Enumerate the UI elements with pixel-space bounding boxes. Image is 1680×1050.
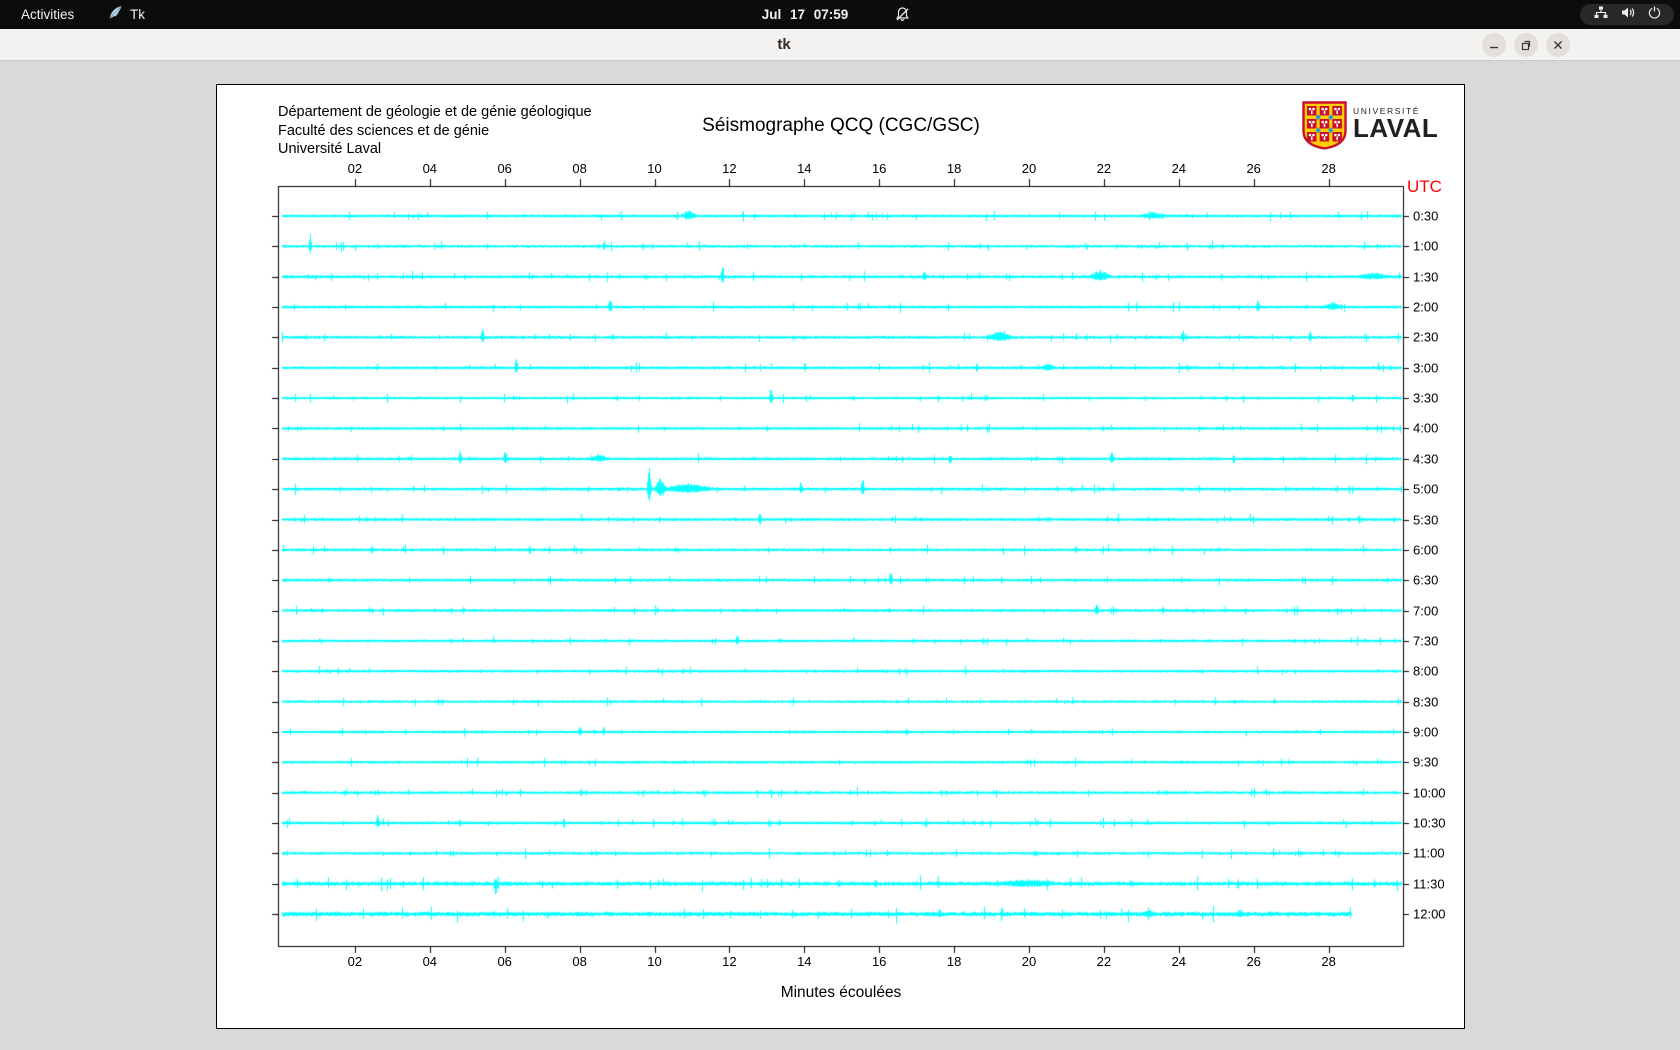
x-tick-label-top: 16 (872, 161, 886, 176)
tk-window-content: Département de géologie et de génie géol… (0, 61, 1680, 1050)
utc-time-label: 9:00 (1413, 724, 1438, 739)
institution-address: Département de géologie et de génie géol… (278, 103, 592, 159)
x-tick-label-top: 08 (572, 161, 586, 176)
notifications-muted-icon (894, 6, 911, 28)
desktop: { "top_bar": { "activities_label": "Acti… (0, 0, 1680, 1050)
x-tick-label-top: 06 (497, 161, 511, 176)
utc-time-label: 7:30 (1413, 633, 1438, 648)
x-axis-title: Minutes écoulées (781, 984, 902, 1002)
volume-icon (1621, 6, 1635, 24)
x-tick-label-bottom: 12 (722, 954, 736, 969)
utc-time-label: 4:00 (1413, 421, 1438, 436)
x-tick-label-bottom: 14 (797, 954, 811, 969)
utc-time-label: 8:30 (1413, 694, 1438, 709)
utc-time-label: 5:00 (1413, 482, 1438, 497)
x-tick-label-top: 02 (348, 161, 362, 176)
x-tick-label-top: 04 (423, 161, 437, 176)
x-tick-label-top: 24 (1172, 161, 1186, 176)
x-tick-label-bottom: 24 (1172, 954, 1186, 969)
network-icon (1594, 6, 1608, 24)
utc-time-label: 10:00 (1413, 785, 1446, 800)
minimize-button[interactable] (1482, 33, 1506, 57)
utc-time-label: 7:00 (1413, 603, 1438, 618)
clock[interactable]: Jul 17 07:59 (762, 3, 849, 26)
x-tick-label-bottom: 22 (1097, 954, 1111, 969)
x-tick-label-bottom: 18 (947, 954, 961, 969)
x-tick-label-top: 28 (1321, 161, 1335, 176)
utc-time-label: 3:00 (1413, 360, 1438, 375)
x-tick-label-top: 14 (797, 161, 811, 176)
restore-button[interactable] (1514, 33, 1538, 57)
close-button[interactable] (1546, 33, 1570, 57)
app-name-label: Tk (130, 7, 145, 22)
x-tick-label-bottom: 16 (872, 954, 886, 969)
utc-time-label: 1:30 (1413, 269, 1438, 284)
x-tick-label-bottom: 28 (1321, 954, 1335, 969)
x-tick-label-top: 18 (947, 161, 961, 176)
x-tick-label-bottom: 04 (423, 954, 437, 969)
window-titlebar[interactable]: tk (0, 29, 1680, 61)
x-tick-label-top: 20 (1022, 161, 1036, 176)
x-tick-label-bottom: 10 (647, 954, 661, 969)
utc-time-label: 2:30 (1413, 330, 1438, 345)
activities-button[interactable]: Activities (12, 3, 83, 26)
utc-time-label: 11:30 (1413, 876, 1445, 891)
x-tick-label-top: 22 (1097, 161, 1111, 176)
address-line-3: Université Laval (278, 140, 592, 159)
utc-time-label: 6:00 (1413, 542, 1438, 557)
laval-logo: UNIVERSITÉ LAVAL (1302, 101, 1438, 155)
gnome-top-bar: Activities Tk Jul 17 07:59 (0, 0, 1680, 29)
logo-name-label: LAVAL (1353, 116, 1438, 140)
x-tick-label-bottom: 20 (1022, 954, 1036, 969)
utc-time-label: 4:30 (1413, 451, 1438, 466)
utc-time-label: 0:30 (1413, 209, 1438, 224)
x-tick-label-top: 26 (1246, 161, 1260, 176)
utc-time-label: 5:30 (1413, 512, 1438, 527)
address-line-1: Département de géologie et de génie géol… (278, 103, 592, 122)
utc-time-label: 6:30 (1413, 573, 1438, 588)
x-tick-label-bottom: 26 (1246, 954, 1260, 969)
utc-axis-label: UTC (1407, 177, 1442, 197)
utc-time-label: 3:30 (1413, 391, 1438, 406)
x-tick-label-top: 12 (722, 161, 736, 176)
system-status-area[interactable] (1580, 4, 1674, 25)
tk-feather-icon (108, 5, 123, 25)
seismogram-traces (217, 85, 1464, 1028)
x-tick-label-bottom: 02 (348, 954, 362, 969)
utc-time-label: 8:00 (1413, 664, 1438, 679)
utc-time-label: 9:30 (1413, 755, 1438, 770)
x-tick-label-top: 10 (647, 161, 661, 176)
utc-time-label: 12:00 (1413, 907, 1446, 922)
laval-logo-text: UNIVERSITÉ LAVAL (1353, 101, 1438, 155)
power-icon (1648, 6, 1661, 24)
utc-time-label: 11:00 (1413, 846, 1445, 861)
window-title: tk (777, 29, 790, 61)
plot-title: Séismographe QCQ (CGC/GSC) (702, 115, 980, 137)
laval-crest-icon (1302, 101, 1347, 155)
utc-time-label: 10:30 (1413, 816, 1446, 831)
address-line-2: Faculté des sciences et de génie (278, 122, 592, 141)
focused-app-indicator[interactable]: Tk (108, 3, 145, 26)
seismogram-canvas: Département de géologie et de génie géol… (216, 84, 1465, 1029)
utc-time-label: 1:00 (1413, 239, 1438, 254)
x-tick-label-bottom: 06 (497, 954, 511, 969)
utc-time-label: 2:00 (1413, 300, 1438, 315)
x-tick-label-bottom: 08 (572, 954, 586, 969)
